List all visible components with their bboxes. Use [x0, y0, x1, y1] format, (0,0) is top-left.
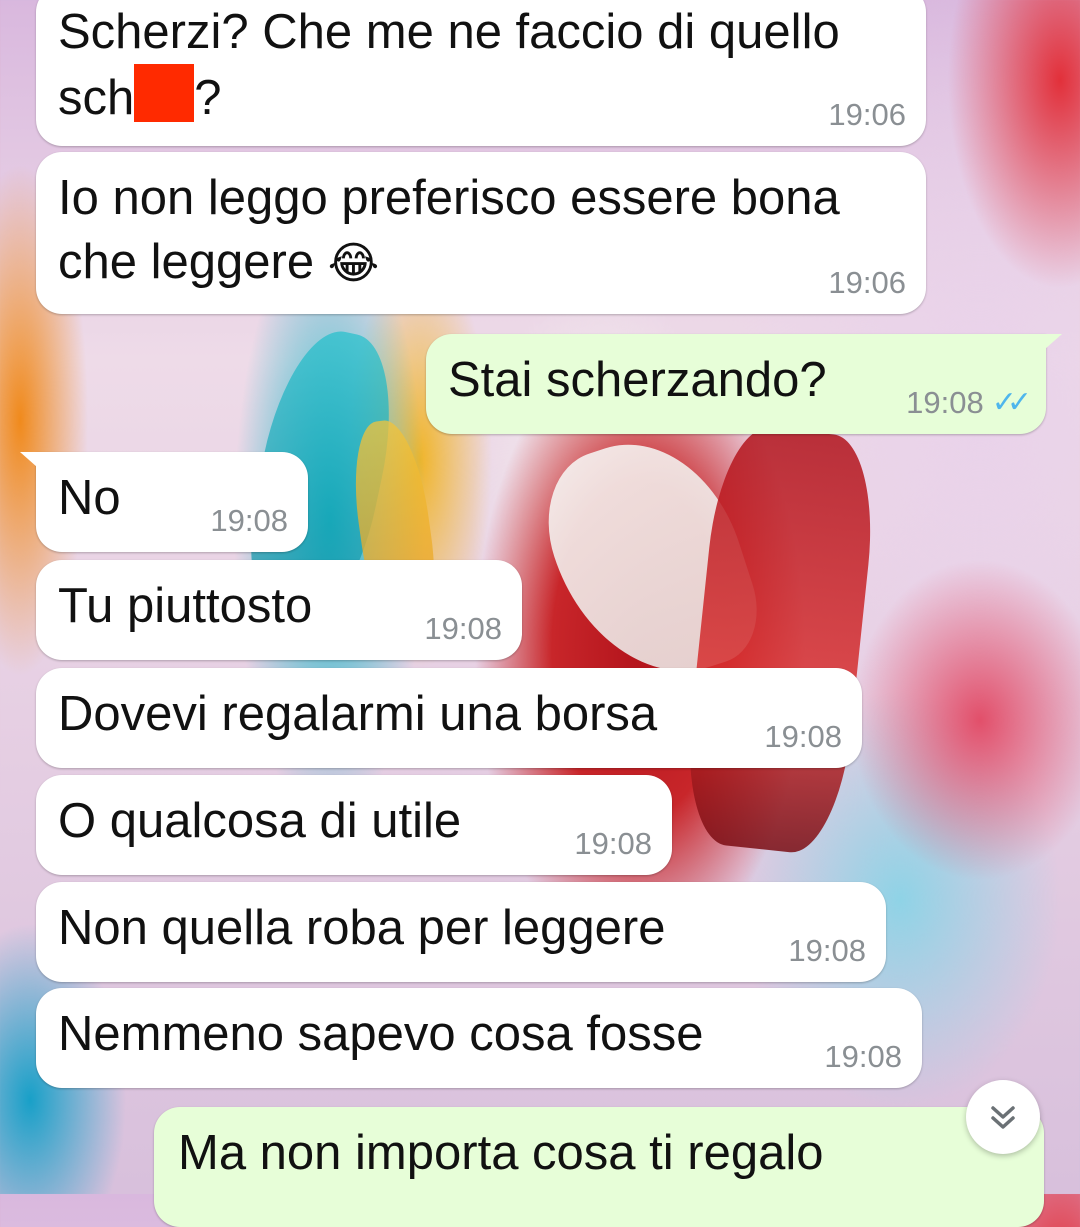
message-timestamp: 19:08 [906, 385, 984, 420]
message-timestamp: 19:08 [764, 719, 842, 754]
message-bubble-incoming[interactable]: Tu piuttosto 19:08 [36, 560, 522, 660]
message-meta: 19:08 ✓✓ [906, 386, 1032, 420]
scroll-to-bottom-button[interactable] [966, 1080, 1040, 1154]
message-timestamp: 19:06 [828, 265, 906, 300]
message-text: Io non leggo preferisco essere bona che … [58, 171, 840, 289]
message-bubble-incoming[interactable]: Io non leggo preferisco essere bona che … [36, 152, 926, 314]
bubble-tail [1028, 334, 1062, 364]
bubble-tail [20, 452, 54, 482]
message-bubble-outgoing[interactable]: Ma non importa cosa ti regalo [154, 1107, 1044, 1227]
wallpaper-paint-streak [527, 418, 773, 702]
message-timestamp: 19:08 [788, 933, 866, 968]
message-bubble-incoming[interactable]: Scherzi? Che me ne faccio di quello sch?… [36, 0, 926, 146]
message-bubble-incoming[interactable]: O qualcosa di utile 19:08 [36, 775, 672, 875]
message-text: Dovevi regalarmi una borsa [58, 687, 658, 741]
message-bubble-incoming[interactable]: No 19:08 [20, 452, 308, 552]
wallpaper-paint-streak [678, 422, 882, 858]
message-text: Scherzi? Che me ne faccio di quello sch? [58, 5, 840, 125]
read-receipt-icon: ✓✓ [991, 386, 1032, 419]
redaction-box [134, 64, 195, 122]
message-timestamp: 19:08 [424, 611, 502, 646]
laughing-emoji-icon: 😂 [327, 238, 380, 289]
double-chevron-down-icon [991, 1106, 1015, 1129]
message-bubble-incoming[interactable]: Non quella roba per leggere 19:08 [36, 882, 886, 982]
message-bubble-incoming[interactable]: Nemmeno sapevo cosa fosse 19:08 [36, 988, 922, 1088]
message-text: Ma non importa cosa ti regalo [178, 1126, 824, 1180]
message-timestamp: 19:06 [828, 97, 906, 132]
message-timestamp: 19:08 [824, 1039, 902, 1074]
message-timestamp: 19:08 [210, 503, 288, 538]
message-text: Non quella roba per leggere [58, 901, 666, 955]
message-timestamp: 19:08 [574, 826, 652, 861]
message-bubble-incoming[interactable]: Dovevi regalarmi una borsa 19:08 [36, 668, 862, 768]
message-text: O qualcosa di utile [58, 794, 462, 848]
message-text: Nemmeno sapevo cosa fosse [58, 1007, 704, 1061]
message-bubble-outgoing[interactable]: Stai scherzando? 19:08 ✓✓ [426, 334, 1062, 434]
